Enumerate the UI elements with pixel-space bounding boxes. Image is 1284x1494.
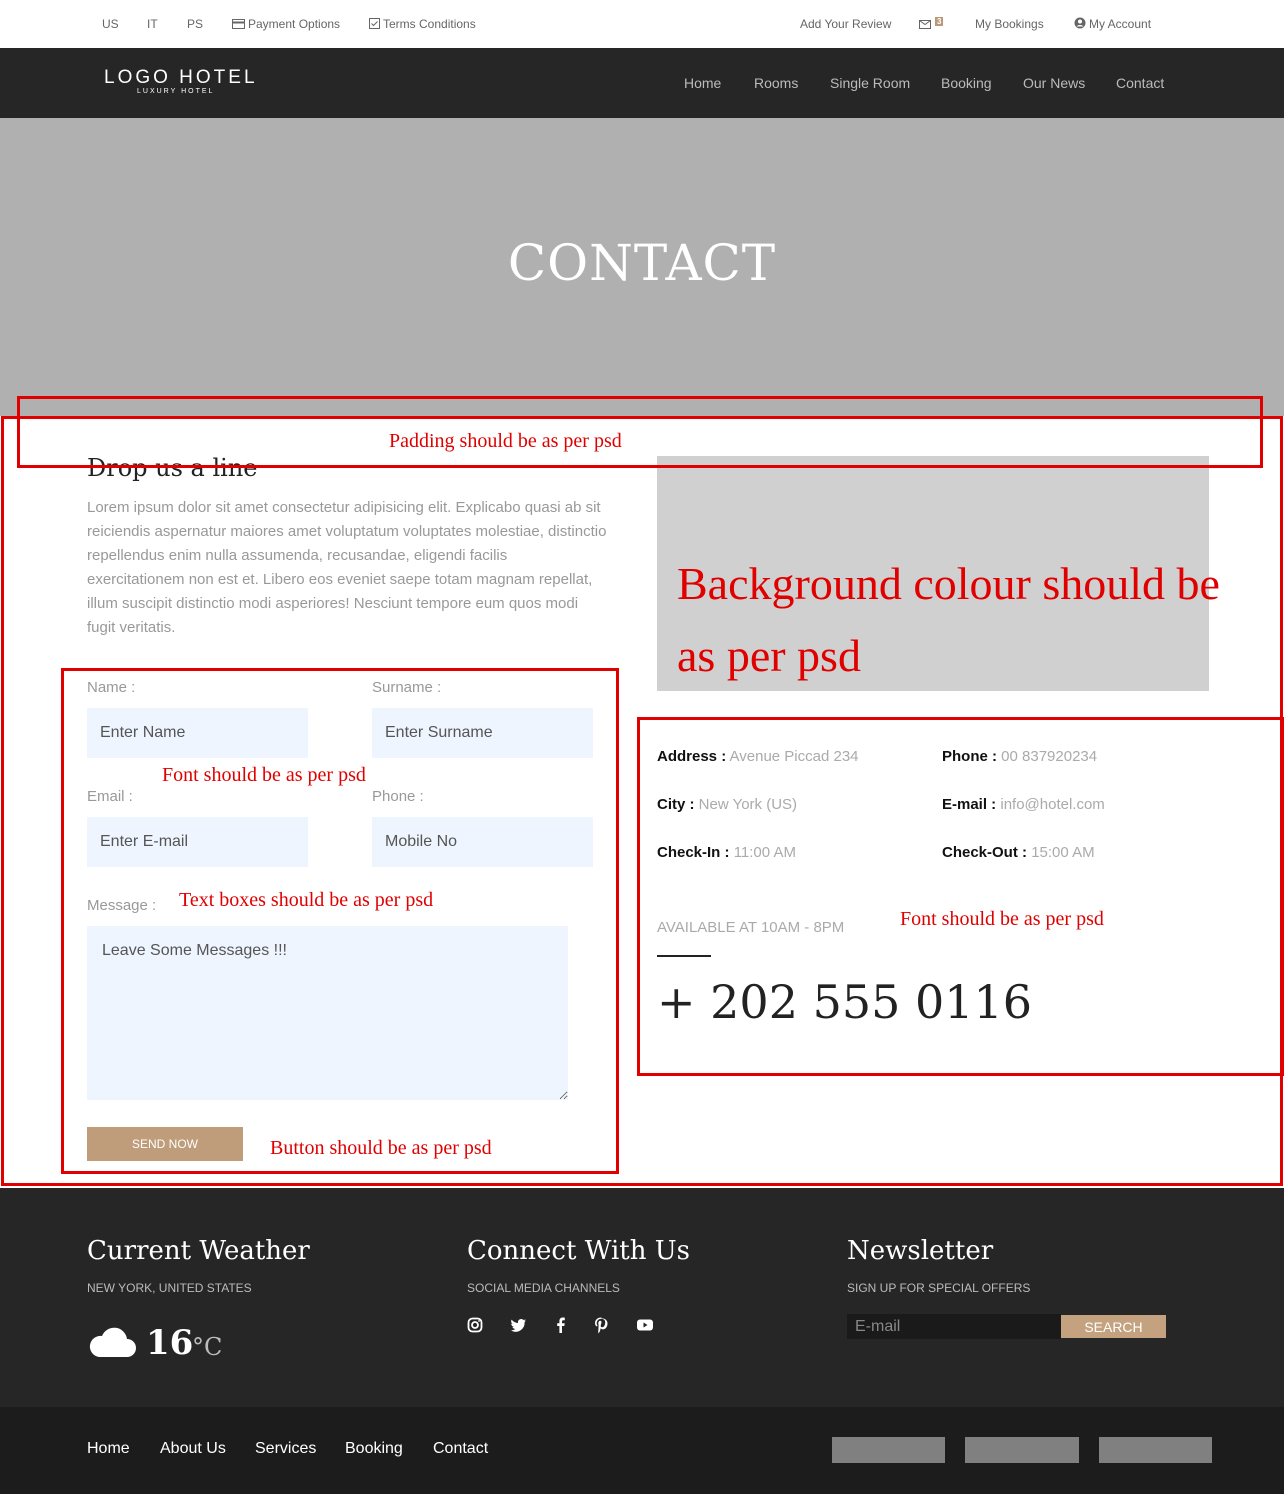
- annotation-font-1: Font should be as per psd: [162, 764, 366, 786]
- annotation-box-info: [637, 717, 1284, 1076]
- nav-home[interactable]: Home: [684, 75, 721, 91]
- nav-booking[interactable]: Booking: [941, 75, 992, 91]
- my-account-label: My Account: [1089, 17, 1152, 31]
- main-navbar: LOGO HOTEL Home Rooms Single Room Bookin…: [0, 48, 1284, 118]
- mail-count-badge: 3: [935, 17, 944, 26]
- lang-ps[interactable]: PS: [187, 17, 203, 31]
- page-title: CONTACT: [507, 234, 777, 292]
- annotation-bg-line2: as per psd: [677, 630, 861, 681]
- logo-subtitle: LUXURY HOTEL: [137, 88, 215, 95]
- newsletter-search-button[interactable]: SEARCH: [1061, 1315, 1166, 1338]
- nav-rooms[interactable]: Rooms: [754, 75, 798, 91]
- lang-us[interactable]: US: [102, 17, 119, 31]
- payment-logo-2: [965, 1437, 1079, 1463]
- temperature: 16: [146, 1323, 194, 1363]
- payment-logo-3: [1099, 1437, 1212, 1463]
- weather-title: Current Weather: [87, 1236, 310, 1266]
- hero-banner: CONTACT: [0, 118, 1284, 416]
- temperature-unit: °C: [192, 1333, 223, 1361]
- payment-options-link[interactable]: Payment Options: [232, 17, 340, 31]
- my-bookings-link[interactable]: My Bookings: [975, 17, 1044, 31]
- facebook-icon[interactable]: [552, 1316, 570, 1334]
- instagram-icon[interactable]: [466, 1316, 484, 1334]
- annotation-box-form: [61, 668, 619, 1174]
- connect-title: Connect With Us: [467, 1236, 690, 1266]
- newsletter-email-input[interactable]: [847, 1314, 1061, 1339]
- annotation-font-2: Font should be as per psd: [900, 908, 1104, 930]
- footer-link-home[interactable]: Home: [87, 1440, 130, 1458]
- credit-card-icon: [232, 19, 245, 29]
- newsletter-subtitle: SIGN UP FOR SPECIAL OFFERS: [847, 1281, 1031, 1295]
- top-bar: US IT PS Payment Options Terms Condition…: [0, 0, 1284, 48]
- my-account-link[interactable]: My Account: [1074, 17, 1151, 31]
- logo[interactable]: LOGO HOTEL: [104, 67, 258, 89]
- nav-our-news[interactable]: Our News: [1023, 75, 1085, 91]
- twitter-icon[interactable]: [510, 1316, 528, 1334]
- annotation-padding: Padding should be as per psd: [389, 430, 622, 452]
- payment-options-label: Payment Options: [248, 17, 341, 31]
- checkbox-icon: [369, 18, 380, 29]
- terms-label: Terms Conditions: [383, 17, 476, 31]
- weather-location: NEW YORK, UNITED STATES: [87, 1281, 252, 1295]
- envelope-icon: [919, 20, 931, 29]
- lang-it[interactable]: IT: [147, 17, 158, 31]
- newsletter-title: Newsletter: [847, 1236, 994, 1266]
- footer: [0, 1188, 1284, 1407]
- footer-link-contact[interactable]: Contact: [433, 1440, 488, 1458]
- pinterest-icon[interactable]: [592, 1316, 610, 1334]
- cloud-icon: [89, 1327, 136, 1357]
- annotation-textboxes: Text boxes should be as per psd: [179, 889, 434, 911]
- nav-single-room[interactable]: Single Room: [830, 75, 910, 91]
- annotation-button: Button should be as per psd: [270, 1137, 492, 1159]
- user-circle-icon: [1074, 17, 1086, 29]
- nav-contact[interactable]: Contact: [1116, 75, 1164, 91]
- mail-link[interactable]: 3: [919, 17, 944, 31]
- add-review-link[interactable]: Add Your Review: [800, 17, 891, 31]
- terms-link[interactable]: Terms Conditions: [369, 17, 476, 31]
- footer-link-services[interactable]: Services: [255, 1440, 316, 1458]
- payment-logo-1: [832, 1437, 945, 1463]
- footer-link-about[interactable]: About Us: [160, 1440, 226, 1458]
- youtube-icon[interactable]: [636, 1316, 654, 1334]
- connect-subtitle: SOCIAL MEDIA CHANNELS: [467, 1281, 620, 1295]
- annotation-bg-line1: Background colour should be: [677, 558, 1220, 609]
- footer-link-booking[interactable]: Booking: [345, 1440, 403, 1458]
